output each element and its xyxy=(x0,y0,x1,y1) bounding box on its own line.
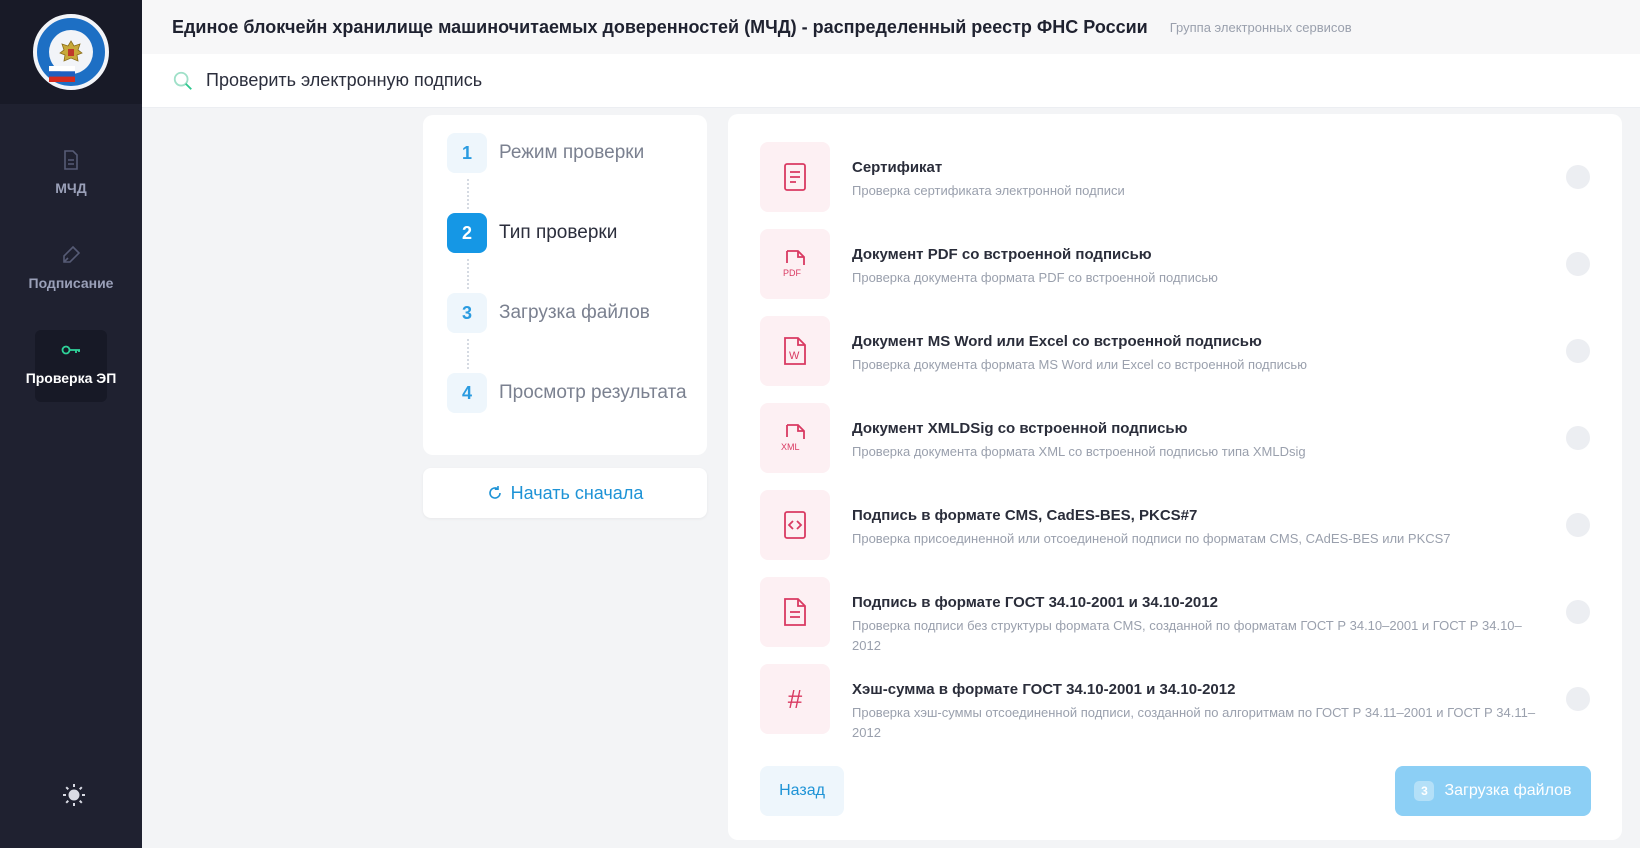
option-gost-hash[interactable]: # Хэш-сумма в формате ГОСТ 34.10-2001 и … xyxy=(760,664,1590,743)
xml-file-icon: XML xyxy=(781,424,805,452)
step-number: 1 xyxy=(447,133,487,173)
option-title: Документ MS Word или Excel со встроенной… xyxy=(852,333,1262,350)
section-header: Проверить электронную подпись xyxy=(142,54,1640,108)
logo-container xyxy=(0,0,142,104)
step-label: Загрузка файлов xyxy=(499,302,650,323)
step-connector xyxy=(467,179,469,209)
option-description: Проверка подписи без структуры формата C… xyxy=(852,618,1522,653)
option-radio[interactable] xyxy=(1566,687,1590,711)
step-mode[interactable]: 1 Режим проверки xyxy=(447,133,644,173)
step-badge: 3 xyxy=(1414,781,1435,801)
sidebar-item-signing[interactable]: Подписание xyxy=(0,243,142,291)
option-cms-pkcs7[interactable]: Подпись в формате CMS, CadES-BES, PKCS#7… xyxy=(760,490,1590,560)
option-word-excel[interactable]: W Документ MS Word или Excel со встроенн… xyxy=(760,316,1590,386)
step-label: Просмотр результата xyxy=(499,382,687,403)
option-radio[interactable] xyxy=(1566,513,1590,537)
refresh-icon xyxy=(488,486,501,499)
flag-icon xyxy=(49,66,75,82)
key-icon xyxy=(61,345,80,355)
option-title: Подпись в формате ГОСТ 34.10-2001 и 34.1… xyxy=(852,594,1218,611)
sidebar-item-signature-check[interactable]: Проверка ЭП xyxy=(26,330,116,402)
step-number: 2 xyxy=(447,213,487,253)
option-description: Проверка документа формата PDF со встрое… xyxy=(852,270,1218,285)
option-title: Хэш-сумма в формате ГОСТ 34.10-2001 и 34… xyxy=(852,681,1236,698)
step-label: Тип проверки xyxy=(499,222,618,243)
option-title: Подпись в формате CMS, CadES-BES, PKCS#7 xyxy=(852,507,1198,524)
option-description: Проверка присоединенной или отсоединеной… xyxy=(852,531,1451,546)
sidebar-item-label: Подписание xyxy=(28,275,114,291)
option-pdf[interactable]: PDF Документ PDF со встроенной подписью … xyxy=(760,229,1590,299)
back-button[interactable]: Назад xyxy=(760,766,844,816)
step-type[interactable]: 2 Тип проверки xyxy=(447,213,617,253)
back-label: Назад xyxy=(779,782,825,799)
option-radio[interactable] xyxy=(1566,600,1590,624)
eagle-emblem-icon xyxy=(59,40,83,62)
document-lines-icon xyxy=(784,163,806,191)
stepper: 1 Режим проверки 2 Тип проверки 3 Загруз… xyxy=(423,115,707,455)
restart-label: Начать сначала xyxy=(510,482,644,503)
fns-logo[interactable] xyxy=(33,14,109,90)
search-check-icon xyxy=(173,71,192,90)
step-label: Режим проверки xyxy=(499,142,645,163)
option-gost-signature[interactable]: Подпись в формате ГОСТ 34.10-2001 и 34.1… xyxy=(760,577,1590,656)
step-upload[interactable]: 3 Загрузка файлов xyxy=(447,293,650,333)
sidebar-item-mchd[interactable]: МЧД xyxy=(0,148,142,196)
step-result[interactable]: 4 Просмотр результата xyxy=(447,373,687,413)
option-radio[interactable] xyxy=(1566,165,1590,189)
section-title: Проверить электронную подпись xyxy=(206,70,483,90)
sidebar-item-label: МЧД xyxy=(55,180,87,196)
option-description: Проверка документа формата XML со встрое… xyxy=(852,444,1306,459)
option-radio[interactable] xyxy=(1566,252,1590,276)
option-radio[interactable] xyxy=(1566,339,1590,363)
step-number: 4 xyxy=(447,373,487,413)
step-connector xyxy=(467,339,469,369)
option-description: Проверка документа формата MS Word или E… xyxy=(852,357,1307,372)
svg-text:XML: XML xyxy=(781,442,800,452)
page-title: Единое блокчейн хранилище машиночитаемых… xyxy=(172,16,1148,37)
option-certificate[interactable]: Сертификат Проверка сертификата электрон… xyxy=(760,142,1590,212)
sun-icon[interactable] xyxy=(62,783,86,807)
code-file-icon xyxy=(784,511,806,539)
sidebar: МЧД Подписание Проверка ЭП xyxy=(0,0,142,848)
option-title: Сертификат xyxy=(852,159,943,176)
svg-text:W: W xyxy=(789,350,800,362)
option-description: Проверка хэш-суммы отсоединенной подписи… xyxy=(852,705,1536,740)
hash-icon: # xyxy=(787,683,803,714)
check-type-panel: Сертификат Проверка сертификата электрон… xyxy=(728,114,1622,840)
pdf-file-icon: PDF xyxy=(783,250,805,278)
option-description: Проверка сертификата электронной подписи xyxy=(852,183,1125,198)
step-connector xyxy=(467,259,469,289)
word-file-icon: W xyxy=(784,337,806,365)
pen-icon xyxy=(63,245,81,263)
svg-text:PDF: PDF xyxy=(783,268,802,278)
next-label: Загрузка файлов xyxy=(1444,782,1572,799)
document-icon xyxy=(64,150,78,170)
restart-button[interactable]: Начать сначала xyxy=(423,468,707,518)
document-lines-icon xyxy=(784,598,806,626)
option-title: Документ PDF со встроенной подписью xyxy=(852,246,1152,263)
sidebar-item-label: Проверка ЭП xyxy=(25,370,117,386)
step-number: 3 xyxy=(447,293,487,333)
option-radio[interactable] xyxy=(1566,426,1590,450)
option-xmldsig[interactable]: XML Документ XMLDSig со встроенной подпи… xyxy=(760,403,1590,473)
next-upload-button[interactable]: 3 Загрузка файлов xyxy=(1395,766,1591,816)
service-group-link[interactable]: Группа электронных сервисов xyxy=(1170,20,1352,35)
top-header: Единое блокчейн хранилище машиночитаемых… xyxy=(142,0,1640,54)
option-title: Документ XMLDSig со встроенной подписью xyxy=(852,420,1188,437)
